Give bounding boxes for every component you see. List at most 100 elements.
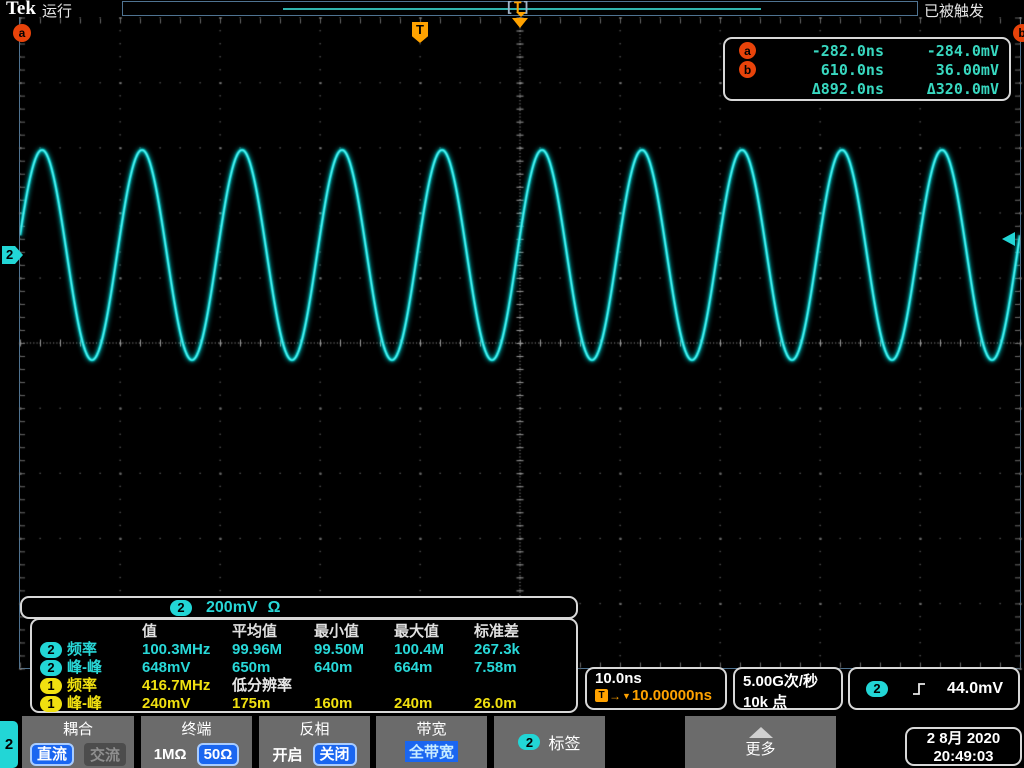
meas-row3-min xyxy=(314,677,394,695)
meas-row3-std xyxy=(474,677,570,695)
meas-row3-max xyxy=(394,677,474,695)
trigger-status-text: 已被触发 xyxy=(924,3,985,20)
record-length: 10k 点 xyxy=(743,694,788,711)
top-status-bar: Tek 运行 [T] 已被触发 xyxy=(0,0,1024,20)
cursor-readout-box: a -282.0ns -284.0mV b 610.0ns 36.00mV Δ8… xyxy=(723,37,1011,101)
meas-row2-name: 峰-峰 xyxy=(67,659,102,676)
trigger-source-badge: 2 xyxy=(866,680,888,697)
more-label: 更多 xyxy=(745,741,776,758)
meas-row2-max: 664m xyxy=(394,659,433,676)
cursor-a-offscreen-marker: a xyxy=(13,24,31,42)
invert-on-option[interactable]: 开启 xyxy=(272,744,302,765)
meas-row1-max: 100.4M xyxy=(394,641,445,658)
meas-row3-value: 416.7MHz xyxy=(142,677,211,694)
label-menu-button[interactable]: 2 标签 xyxy=(494,716,605,768)
sample-rate: 5.00G次/秒 xyxy=(743,673,819,690)
trigger-readout-box: 2 44.0mV xyxy=(848,667,1020,710)
bandwidth-value[interactable]: 全带宽 xyxy=(404,741,458,762)
channel2-badge: 2 xyxy=(40,660,62,676)
acquisition-run-status: 运行 xyxy=(42,3,73,20)
meas-row1-std: 267.3k xyxy=(474,641,520,658)
channel1-badge: 1 xyxy=(40,696,62,712)
label-channel-badge: 2 xyxy=(518,734,541,750)
tek-logo: Tek xyxy=(6,0,36,19)
cursor-b-time: 610.0ns xyxy=(820,60,884,79)
channel2-menu-tab: 2 xyxy=(0,721,18,768)
datetime-box: 2 8月 2020 20:49:03 xyxy=(905,727,1022,766)
coupling-ac-option[interactable]: 交流 xyxy=(84,742,127,766)
meas-row1-value: 100.3MHz xyxy=(142,641,211,658)
coupling-menu-button[interactable]: 耦合 直流 交流 xyxy=(22,716,134,768)
meas-row4-max: 240m xyxy=(394,695,433,712)
meas-row2-value: 648mV xyxy=(142,659,191,676)
meas-row2-min: 640m xyxy=(314,659,353,676)
meas-row4-label: 1 峰-峰 xyxy=(40,695,142,713)
arrow-icon: → xyxy=(609,688,621,703)
time-text: 20:49:03 xyxy=(933,748,994,765)
meas-row4-std: 26.0m xyxy=(474,695,517,712)
coupling-label: 耦合 xyxy=(62,721,93,738)
bandwidth-menu-button[interactable]: 带宽 全带宽 xyxy=(376,716,487,768)
chevron-up-icon xyxy=(748,727,773,738)
acquisition-readout-box: 5.00G次/秒 10k 点 xyxy=(733,667,843,711)
rising-edge-icon xyxy=(913,682,925,695)
cursor-delta-spacer xyxy=(739,80,756,97)
meas-row4-min: 160m xyxy=(314,695,353,712)
date-text: 2 8月 2020 xyxy=(926,730,1001,747)
cursor-a-badge: a xyxy=(739,42,756,59)
meas-header-min: 最小值 xyxy=(314,623,360,640)
cursor-delta-row: Δ892.0ns Δ320.0mV xyxy=(739,79,999,98)
channel1-badge: 1 xyxy=(40,678,62,694)
coupling-dc-option[interactable]: 直流 xyxy=(29,742,74,766)
invert-off-option[interactable]: 关闭 xyxy=(312,742,357,766)
cursor-b-badge: b xyxy=(739,61,756,78)
channel2-badge: 2 xyxy=(170,599,192,616)
meas-row2-mean: 650m xyxy=(232,659,271,676)
meas-row1-mean: 99.96M xyxy=(232,641,283,658)
meas-header-value: 值 xyxy=(142,623,158,640)
cursor-delta-time: Δ892.0ns xyxy=(811,79,884,98)
cursor-b-voltage: 36.00mV xyxy=(935,60,999,79)
termination-1meg-option[interactable]: 1MΩ xyxy=(154,746,187,763)
timebase-readout-box: 10.0ns T → ▼ 10.00000ns xyxy=(585,667,727,710)
termination-label: 终端 xyxy=(181,721,212,738)
meas-row3-label: 1 频率 xyxy=(40,677,142,695)
label-text: 标签 xyxy=(548,736,581,753)
cursor-b-row: b 610.0ns 36.00mV xyxy=(739,60,999,79)
meas-row1-label: 2 频率 xyxy=(40,641,142,659)
meas-row4-value: 240mV xyxy=(142,695,191,712)
meas-row4-mean: 175m xyxy=(232,695,271,712)
meas-row2-label: 2 峰-峰 xyxy=(40,659,142,677)
expansion-point-icon xyxy=(512,18,528,28)
trigger-delay-readout: T → ▼ 10.00000ns xyxy=(595,687,725,704)
meas-row4-name: 峰-峰 xyxy=(67,695,102,712)
timebase-scale: 10.0ns xyxy=(595,670,642,687)
meas-header-std: 标准差 xyxy=(474,623,520,640)
trigger-t-icon: T xyxy=(595,689,608,702)
meas-row1-min: 99.50M xyxy=(314,641,365,658)
meas-row3-warning: 低分辨率 xyxy=(232,677,293,694)
cursor-a-voltage: -284.0mV xyxy=(926,41,999,60)
meas-row1-name: 频率 xyxy=(67,641,98,658)
invert-menu-button[interactable]: 反相 开启 关闭 xyxy=(259,716,370,768)
cursor-delta-voltage: Δ320.0mV xyxy=(926,79,999,98)
trigger-level-value: 44.0mV xyxy=(947,679,1004,697)
channel2-volts-per-div: 200mV xyxy=(206,598,258,616)
meas-header-mean: 平均值 xyxy=(232,623,278,640)
channel2-badge: 2 xyxy=(40,642,62,658)
termination-50ohm-option[interactable]: 50Ω xyxy=(196,742,240,766)
triangle-icon: ▼ xyxy=(622,690,631,701)
more-menu-button[interactable]: 更多 xyxy=(685,716,836,768)
trigger-delay-value: 10.00000ns xyxy=(631,687,712,704)
cursor-a-time: -282.0ns xyxy=(811,41,884,60)
termination-menu-button[interactable]: 终端 1MΩ 50Ω xyxy=(141,716,252,768)
record-view-strip: [T] xyxy=(122,0,918,17)
meas-row2-std: 7.58m xyxy=(474,659,517,676)
channel2-impedance: Ω xyxy=(267,598,281,616)
meas-row3-name: 频率 xyxy=(67,677,98,694)
measurement-panel: 值 平均值 最小值 最大值 标准差 2 频率 100.3MHz 99.96M 9… xyxy=(30,618,578,713)
record-view-trigger-arrow-icon xyxy=(516,12,526,17)
meas-corner xyxy=(40,623,142,641)
channel2-scale-bar: 2 200mV Ω xyxy=(20,596,578,619)
cursor-a-row: a -282.0ns -284.0mV xyxy=(739,41,999,60)
